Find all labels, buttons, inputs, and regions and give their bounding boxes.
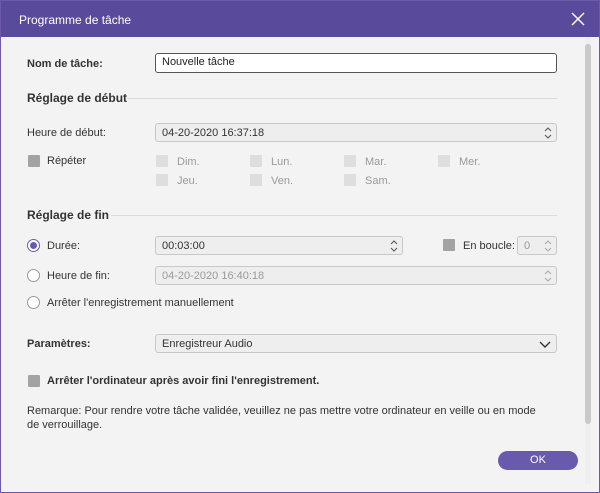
day-label-mer: Mer. [459, 156, 481, 168]
remark-note: Remarque: Pour rendre votre tâche validé… [27, 405, 536, 431]
params-selected-value: Enregistreur Audio [162, 338, 253, 350]
loop-count-value: 0 [524, 240, 531, 252]
duration-value: 00:03:00 [162, 240, 205, 252]
end-time-radio[interactable] [27, 269, 40, 282]
end-time-field[interactable]: 04-20-2020 16:40:18 [155, 266, 557, 285]
day-checkbox-dim[interactable] [156, 155, 168, 167]
spinner-icon[interactable] [543, 268, 553, 284]
spinner-icon[interactable] [389, 238, 399, 254]
chevron-down-icon [539, 341, 551, 348]
end-section-heading: Réglage de fin [27, 208, 110, 222]
params-label: Paramètres: [27, 338, 91, 350]
day-checkbox-lun[interactable] [250, 155, 262, 167]
duration-label: Durée: [47, 240, 81, 252]
day-label-sam: Sam. [365, 175, 391, 187]
day-checkbox-mer[interactable] [438, 155, 450, 167]
manual-stop-radio[interactable] [27, 296, 40, 309]
repeat-checkbox[interactable] [28, 155, 40, 167]
task-name-label: Nom de tâche: [27, 58, 103, 70]
ok-button[interactable]: OK [498, 451, 578, 470]
shutdown-label: Arrêter l'ordinateur après avoir fini l'… [47, 375, 320, 387]
spinner-icon[interactable] [543, 238, 553, 254]
shutdown-checkbox[interactable] [28, 375, 40, 387]
end-time-value: 04-20-2020 16:40:18 [162, 270, 265, 282]
scrollbar-thumb[interactable] [585, 44, 591, 424]
day-label-lun: Lun. [271, 156, 293, 168]
end-time-label: Heure de fin: [47, 270, 110, 282]
day-label-jeu: Jeu. [177, 175, 198, 187]
duration-field[interactable]: 00:03:00 [155, 236, 403, 255]
close-icon[interactable] [569, 10, 587, 28]
day-checkbox-mar[interactable] [344, 155, 356, 167]
title-bar: Programme de tâche [1, 1, 599, 37]
task-schedule-dialog: Programme de tâche Nom de tâche: Réglage… [0, 0, 600, 493]
params-select[interactable]: Enregistreur Audio [155, 334, 557, 353]
start-section-heading: Réglage de début [27, 91, 128, 105]
dialog-title: Programme de tâche [19, 13, 132, 27]
day-checkbox-sam[interactable] [344, 174, 356, 186]
duration-radio[interactable] [27, 239, 40, 252]
day-checkbox-ven[interactable] [250, 174, 262, 186]
day-checkbox-jeu[interactable] [156, 174, 168, 186]
start-time-field[interactable]: 04-20-2020 16:37:18 [155, 123, 557, 142]
task-name-input[interactable] [162, 56, 542, 68]
start-section-divider [127, 98, 557, 99]
end-section-divider [111, 215, 557, 216]
scrollbar[interactable] [585, 38, 591, 484]
day-label-ven: Ven. [271, 175, 294, 187]
manual-stop-label: Arrêter l'enregistrement manuellement [47, 297, 234, 309]
spinner-icon[interactable] [543, 125, 553, 141]
repeat-label: Répéter [47, 155, 87, 167]
day-label-mar: Mar. [365, 156, 387, 168]
day-label-dim: Dim. [177, 156, 200, 168]
loop-checkbox[interactable] [443, 239, 455, 251]
start-time-value: 04-20-2020 16:37:18 [162, 127, 265, 139]
loop-count-field[interactable]: 0 [517, 236, 557, 255]
loop-label: En boucle: [463, 240, 515, 252]
task-name-field[interactable] [155, 53, 557, 73]
start-time-label: Heure de début: [27, 127, 106, 139]
